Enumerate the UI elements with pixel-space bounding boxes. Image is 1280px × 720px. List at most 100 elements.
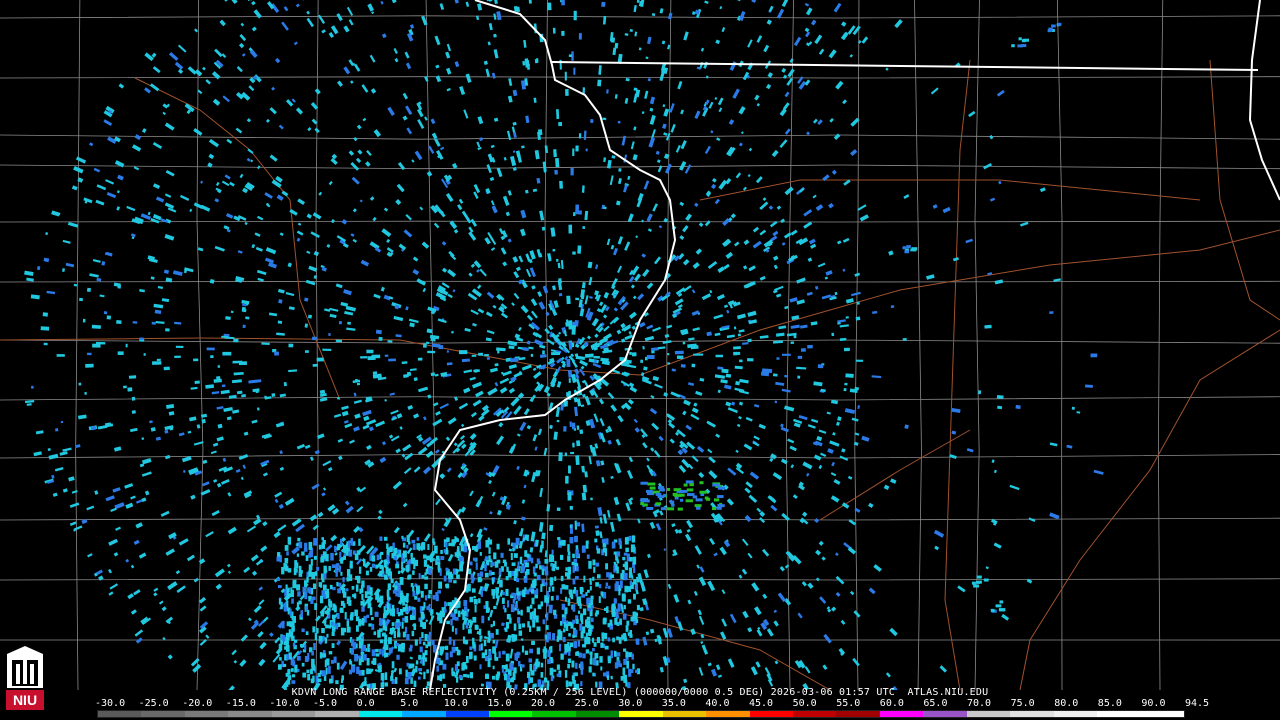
echo [593, 642, 597, 647]
echo [550, 595, 554, 601]
echo [457, 610, 461, 617]
scale-label: 25.0 [574, 698, 599, 709]
echo [43, 342, 48, 346]
echo [421, 606, 425, 611]
echo [349, 659, 352, 664]
echo [567, 658, 572, 664]
echo [655, 492, 662, 496]
echo [516, 651, 520, 659]
echo [86, 287, 92, 293]
echo [437, 675, 441, 681]
echo [361, 669, 365, 676]
echo [579, 429, 584, 435]
echo [301, 551, 305, 556]
echo [458, 350, 468, 355]
echo [382, 619, 386, 625]
echo [582, 644, 587, 648]
echo [565, 475, 569, 484]
echo [421, 574, 425, 579]
echo [356, 637, 359, 642]
echo [634, 669, 638, 673]
echo [555, 258, 559, 262]
echo [277, 585, 282, 589]
echo [536, 647, 541, 655]
echo [631, 352, 637, 357]
echo [598, 596, 601, 603]
echo [394, 677, 398, 684]
echo [326, 658, 330, 666]
echo [569, 505, 573, 510]
echo [625, 547, 629, 553]
echo [561, 614, 566, 618]
echo [418, 654, 422, 660]
echo [705, 497, 711, 501]
echo [417, 597, 421, 602]
echo [230, 310, 234, 314]
echo [317, 678, 322, 683]
colorbar-segment [1053, 711, 1098, 717]
echo [335, 339, 343, 343]
echo [990, 608, 995, 612]
echo [611, 611, 616, 617]
echo [520, 638, 524, 641]
echo [402, 550, 407, 558]
echo [715, 354, 723, 358]
echo [567, 621, 571, 626]
echo [369, 587, 373, 591]
echo [580, 614, 584, 621]
echo [593, 355, 600, 359]
scale-label: 94.5 [1185, 698, 1210, 709]
echo [321, 670, 326, 677]
echo [318, 544, 322, 550]
echo [387, 583, 392, 591]
echo [391, 661, 395, 669]
echo [291, 680, 296, 684]
echo [450, 619, 453, 626]
echo [454, 552, 458, 557]
echo [560, 575, 564, 582]
echo [618, 590, 621, 596]
echo [423, 559, 428, 567]
echo [532, 620, 536, 628]
echo [277, 320, 283, 324]
echo [624, 562, 629, 571]
echo [328, 566, 331, 571]
echo [561, 603, 566, 610]
echo [623, 572, 628, 581]
echo [293, 567, 297, 576]
echo [361, 618, 365, 626]
echo [564, 71, 567, 81]
echo [549, 577, 554, 586]
echo [281, 566, 285, 575]
echo [575, 662, 578, 669]
echo [589, 651, 593, 655]
echo [606, 606, 609, 614]
echo [367, 644, 370, 652]
echo [290, 631, 293, 639]
echo [175, 345, 184, 349]
echo [520, 609, 523, 616]
echo [479, 552, 482, 556]
echo [543, 677, 548, 683]
echo [384, 672, 388, 680]
echo [613, 598, 617, 604]
echo [640, 359, 644, 363]
echo [679, 489, 688, 493]
echo [364, 591, 368, 599]
echo [310, 587, 314, 595]
echo [222, 351, 232, 356]
echo [600, 666, 603, 671]
echo [402, 607, 406, 612]
echo [477, 541, 482, 549]
echo [358, 618, 362, 627]
echo [405, 669, 408, 677]
echo [604, 586, 608, 589]
echo [716, 506, 722, 510]
echo [611, 541, 616, 549]
echo [479, 635, 482, 642]
echo [590, 119, 594, 124]
echo [485, 673, 489, 679]
echo [338, 565, 341, 573]
echo [438, 344, 444, 350]
echo [518, 623, 522, 630]
